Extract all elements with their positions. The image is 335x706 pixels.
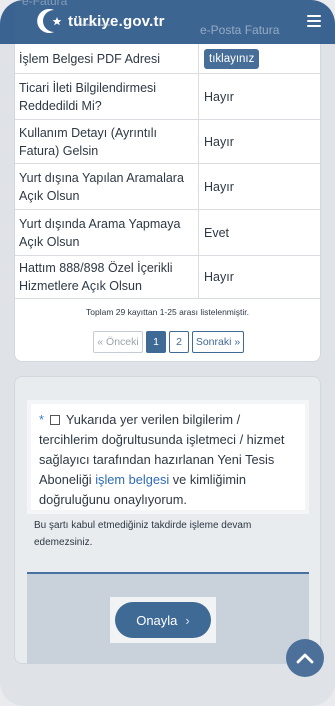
underlying-text: e-Posta Fatura	[200, 23, 280, 37]
chevron-right-icon: ›	[185, 612, 190, 628]
pdf-link-button[interactable]: tıklayınız	[204, 48, 260, 69]
transaction-document-link[interactable]: işlem belgesi	[95, 472, 169, 487]
row-key: Yurt dışına Yapılan Aramalara Açık Olsun	[15, 164, 199, 209]
row-key: Ticari İleti Bilgilendirmesi Reddedildi …	[15, 74, 199, 119]
confirm-label: Onayla	[136, 612, 178, 628]
row-value: Evet	[204, 225, 230, 240]
phone-screen: İşlem Belgesi PDF Adresi tıklayınız Tica…	[0, 0, 335, 706]
row-value: Hayır	[204, 179, 234, 194]
row-value: Hayır	[204, 89, 234, 104]
details-panel: İşlem Belgesi PDF Adresi tıklayınız Tica…	[14, 0, 321, 362]
table-row: Yurt dışına Yapılan Aramalara Açık Olsun…	[15, 164, 320, 210]
pagination-prev-button[interactable]: « Önceki	[93, 331, 143, 353]
consent-note: Bu şartı kabul etmediğiniz takdirde işle…	[34, 520, 252, 548]
row-key: Kullanım Detayı (Ayrıntılı Fatura) Gelsi…	[15, 120, 199, 163]
table-row: Yurt dışında Arama Yapmaya Açık Olsun Ev…	[15, 210, 320, 256]
pagination-next-button[interactable]: Sonraki »	[192, 331, 244, 353]
pagination-page-1[interactable]: 1	[146, 331, 166, 353]
row-key: Yurt dışında Arama Yapmaya Açık Olsun	[15, 210, 199, 255]
table-row: Kullanım Detayı (Ayrıntılı Fatura) Gelsi…	[15, 120, 320, 164]
row-value: Hayır	[204, 134, 234, 149]
confirm-button-wrap: Onayla ›	[110, 597, 216, 643]
confirm-button[interactable]: Onayla ›	[115, 602, 211, 638]
row-key: Hattım 888/898 Özel İçerikli Hizmetlere …	[15, 256, 199, 298]
consent-box: * Yukarıda yer verilen bilgilerim / terc…	[27, 400, 309, 514]
logo-emblem-icon	[37, 9, 62, 34]
logo-tagline: "Devletin Kısayolu"	[78, 22, 112, 27]
table-row: İşlem Belgesi PDF Adresi tıklayınız	[15, 44, 320, 74]
table-row: Hattım 888/898 Özel İçerikli Hizmetlere …	[15, 256, 320, 299]
scroll-to-top-button[interactable]	[286, 639, 324, 677]
site-logo[interactable]: türkiye.gov.tr	[30, 6, 165, 36]
row-value: Hayır	[204, 270, 234, 284]
hamburger-menu-icon[interactable]	[307, 15, 321, 27]
pagination: « Önceki 1 2 Sonraki »	[93, 331, 247, 353]
required-mark: *	[39, 412, 44, 427]
consent-card: * Yukarıda yer verilen bilgilerim / terc…	[14, 376, 321, 664]
chevron-up-icon	[296, 653, 314, 664]
row-key: İşlem Belgesi PDF Adresi	[15, 44, 199, 73]
consent-checkbox[interactable]	[49, 415, 60, 425]
top-header: e-Fatura e-Posta Fatura türkiye.gov.tr "…	[0, 0, 335, 44]
table-row: Ticari İleti Bilgilendirmesi Reddedildi …	[15, 74, 320, 120]
records-summary: Toplam 29 kayıttan 1-25 arası listelenmi…	[86, 307, 249, 317]
pagination-page-2[interactable]: 2	[169, 331, 189, 353]
